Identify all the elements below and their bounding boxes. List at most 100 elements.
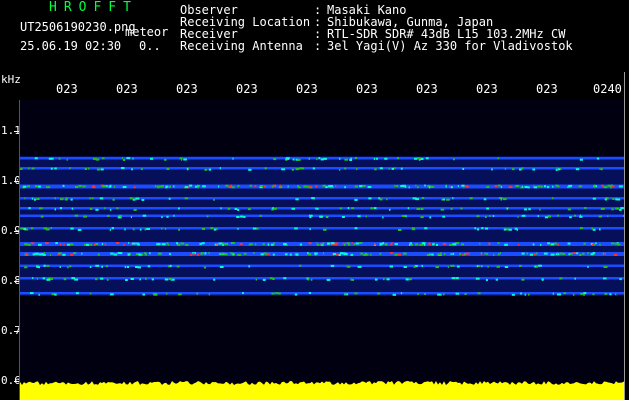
signal-speck bbox=[508, 186, 513, 188]
signal-speck bbox=[334, 243, 338, 246]
signal-speck bbox=[139, 278, 141, 281]
signal-speck bbox=[605, 198, 607, 201]
signal-speck bbox=[308, 253, 311, 256]
signal-speck bbox=[388, 167, 390, 170]
signal-speck bbox=[299, 243, 303, 246]
signal-speck bbox=[169, 186, 171, 188]
signal-speck bbox=[579, 215, 583, 218]
signal-speck bbox=[284, 253, 288, 256]
signal-speck bbox=[51, 157, 54, 160]
signal-speck bbox=[144, 228, 147, 231]
signal-speck bbox=[539, 208, 541, 211]
signal-speck bbox=[536, 252, 538, 255]
signal-speck bbox=[36, 252, 38, 255]
signal-speck bbox=[394, 167, 396, 170]
signal-speck bbox=[24, 243, 27, 246]
signal-speck bbox=[559, 252, 563, 255]
signal-speck bbox=[316, 158, 318, 161]
signal-speck bbox=[127, 253, 131, 256]
signal-speck bbox=[242, 292, 244, 295]
signal-speck bbox=[423, 243, 426, 246]
signal-speck bbox=[519, 264, 522, 267]
signal-speck bbox=[63, 243, 65, 246]
signal-speck bbox=[526, 252, 529, 255]
signal-speck bbox=[70, 243, 74, 246]
signal-speck bbox=[232, 157, 234, 160]
signal-speck bbox=[344, 158, 348, 161]
signal-speck bbox=[608, 184, 611, 187]
signal-speck bbox=[141, 198, 145, 201]
signal-speck bbox=[335, 184, 337, 187]
signal-speck bbox=[213, 198, 215, 201]
signal-speck bbox=[560, 168, 562, 171]
noise-floor bbox=[20, 381, 624, 400]
signal-speck bbox=[307, 278, 310, 281]
signal-speck bbox=[486, 207, 489, 210]
signal-speck bbox=[30, 227, 34, 230]
signal-speck bbox=[154, 185, 157, 188]
signal-speck bbox=[95, 208, 99, 211]
signal-speck bbox=[431, 253, 434, 256]
signal-speck bbox=[572, 252, 577, 255]
signal-speck bbox=[436, 243, 439, 246]
signal-speck bbox=[321, 243, 323, 246]
signal-speck bbox=[402, 252, 407, 255]
signal-speck bbox=[323, 157, 327, 160]
signal-speck bbox=[397, 253, 402, 256]
signal-speck bbox=[451, 277, 456, 280]
signal-speck bbox=[405, 278, 408, 281]
signal-speck bbox=[426, 254, 430, 256]
signal-speck bbox=[283, 243, 287, 245]
signal-speck bbox=[353, 243, 356, 246]
signal-speck bbox=[544, 216, 548, 219]
signal-speck bbox=[304, 185, 308, 188]
signal-speck bbox=[20, 168, 23, 170]
signal-speck bbox=[485, 279, 488, 281]
filename: UT2506190230.png bbox=[20, 20, 136, 34]
signal-speck bbox=[67, 266, 69, 269]
signal-speck bbox=[559, 277, 563, 280]
signal-speck bbox=[515, 185, 520, 187]
signal-speck bbox=[514, 227, 518, 230]
signal-speck bbox=[210, 227, 214, 230]
signal-speck bbox=[450, 264, 455, 267]
signal-speck bbox=[50, 278, 53, 280]
signal-speck bbox=[429, 243, 431, 246]
signal-speck bbox=[110, 293, 114, 296]
signal-speck bbox=[562, 253, 566, 255]
signal-speck bbox=[43, 252, 45, 254]
signal-speck bbox=[196, 253, 200, 256]
signal-speck bbox=[584, 207, 587, 209]
signal-speck bbox=[394, 184, 396, 187]
signal-speck bbox=[556, 167, 559, 170]
signal-speck bbox=[373, 157, 376, 160]
signal-speck bbox=[440, 252, 442, 255]
signal-speck bbox=[494, 185, 498, 188]
signal-speck bbox=[185, 243, 189, 246]
signal-speck bbox=[541, 278, 544, 281]
signal-speck bbox=[414, 157, 418, 160]
signal-speck bbox=[435, 266, 439, 269]
signal-speck bbox=[477, 292, 481, 295]
signal-speck bbox=[344, 243, 346, 246]
signal-speck bbox=[111, 227, 114, 230]
signal-speck bbox=[254, 185, 257, 187]
signal-speck bbox=[465, 252, 470, 255]
signal-speck bbox=[139, 228, 142, 231]
signal-speck bbox=[457, 265, 460, 268]
signal-speck bbox=[557, 252, 559, 255]
signal-speck bbox=[279, 184, 281, 187]
signal-speck bbox=[180, 242, 185, 245]
signal-speck bbox=[105, 265, 108, 268]
signal-speck bbox=[39, 253, 42, 256]
signal-speck bbox=[455, 277, 459, 280]
signal-speck bbox=[395, 185, 399, 187]
signal-speck bbox=[557, 185, 560, 188]
signal-speck bbox=[412, 227, 415, 230]
signal-speck bbox=[537, 215, 539, 218]
signal-speck bbox=[292, 158, 295, 161]
signal-speck bbox=[521, 214, 526, 217]
signal-speck bbox=[131, 168, 133, 171]
signal-speck bbox=[204, 252, 206, 255]
signal-speck bbox=[391, 242, 393, 245]
